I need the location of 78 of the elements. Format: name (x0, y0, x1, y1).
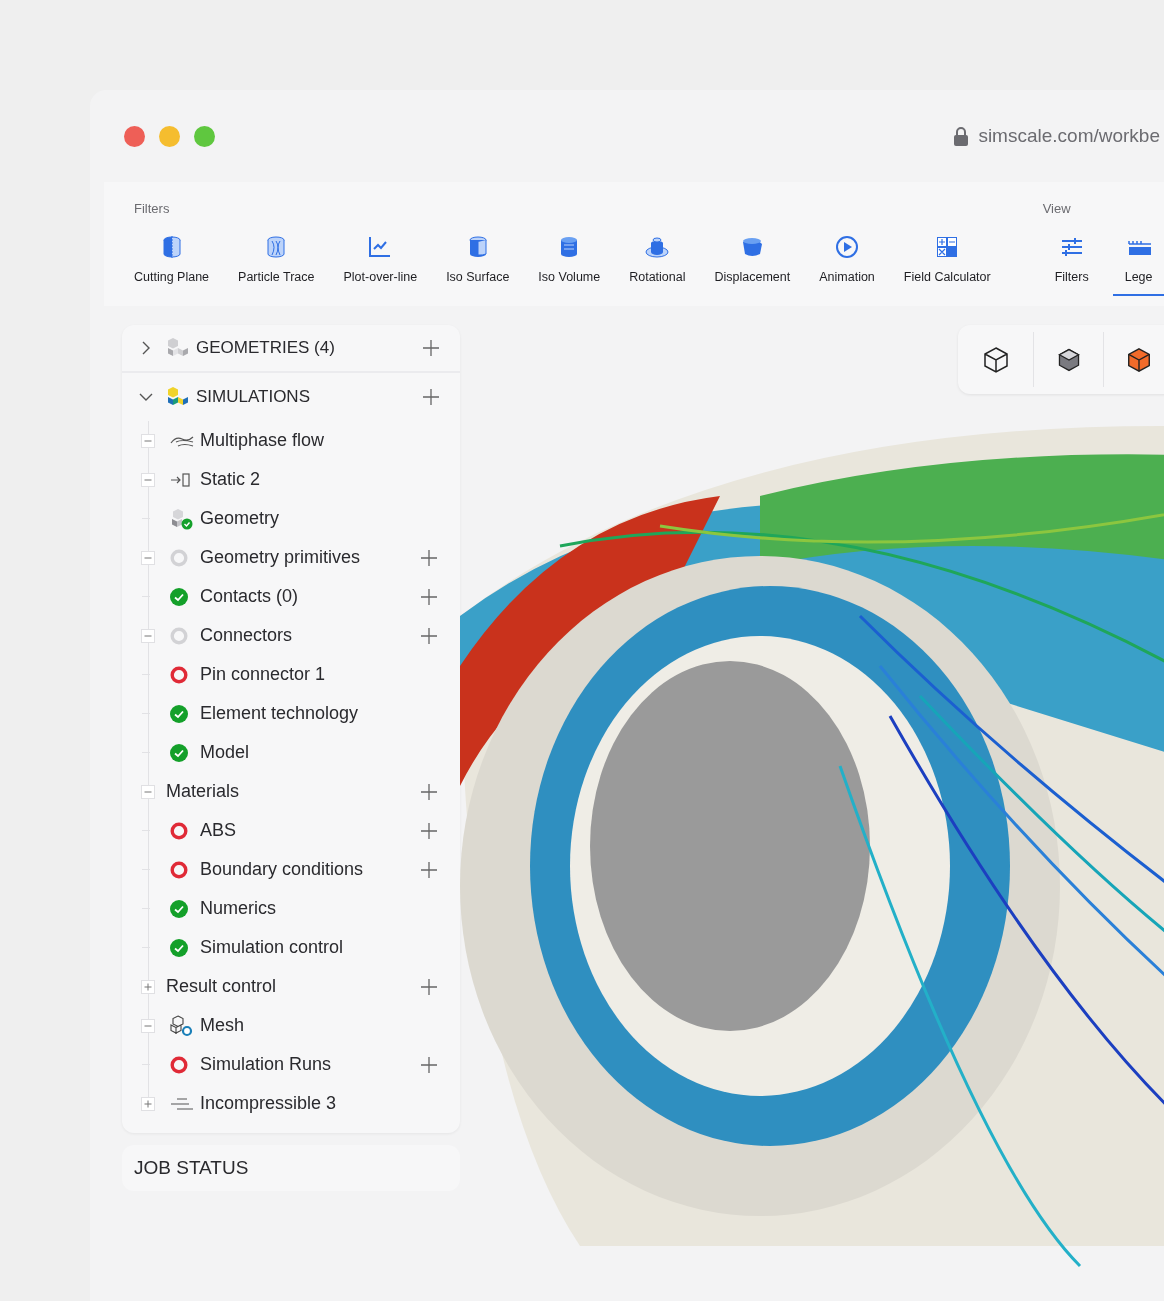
tree-item[interactable]: ABS (200, 817, 237, 844)
tree-item[interactable]: Simulation control (200, 934, 344, 961)
lock-icon (954, 126, 969, 146)
tree-item[interactable]: Model (200, 739, 250, 766)
status-ring-icon (170, 860, 188, 879)
arrow-into-bracket-icon (170, 470, 192, 489)
filter-tool-button[interactable]: Cutting Plane (134, 234, 210, 287)
status-ring-icon (170, 1055, 188, 1074)
collapse-icon[interactable] (141, 784, 155, 799)
tree-item[interactable]: Mesh (200, 1012, 244, 1039)
tree-item[interactable]: Connectors (200, 622, 293, 649)
section-header[interactable]: SIMULATIONS (196, 384, 310, 410)
filter-tool-button[interactable]: Displacement (714, 234, 791, 287)
tree-item[interactable]: Element technology (200, 700, 359, 727)
check-circle-icon (170, 587, 188, 606)
filter-tool-button[interactable]: Field Calculator (903, 234, 991, 287)
cubes-icon (166, 337, 188, 359)
filter-tool-button[interactable]: Particle Trace (238, 234, 315, 287)
tree-item[interactable]: Simulation Runs (200, 1051, 332, 1078)
add-icon[interactable] (420, 548, 438, 567)
check-circle-icon (170, 938, 188, 957)
check-circle-icon (170, 743, 188, 762)
status-ring-icon (170, 665, 188, 684)
tree-item[interactable]: Pin connector 1 (200, 661, 326, 688)
filter-tool-button[interactable]: Rotational (629, 234, 686, 287)
tree-item[interactable]: Contacts (0) (200, 583, 299, 610)
add-icon[interactable] (422, 388, 440, 406)
line-chart-icon (368, 234, 393, 259)
tree-item[interactable]: Boundary conditions (200, 856, 364, 883)
address-bar[interactable]: simscale.com/workbe (978, 121, 1160, 151)
add-icon[interactable] (420, 977, 438, 996)
expand-icon[interactable] (141, 1096, 155, 1111)
add-icon[interactable] (420, 782, 438, 801)
collapse-icon[interactable] (141, 1018, 155, 1033)
calculator-icon (935, 234, 960, 259)
tree-item[interactable]: Result control (166, 973, 277, 1000)
lines-icon (170, 1096, 194, 1111)
tree-item[interactable]: Materials (166, 778, 240, 805)
add-icon[interactable] (420, 626, 438, 645)
add-icon[interactable] (420, 1055, 438, 1074)
collapse-icon[interactable] (141, 433, 155, 448)
view-tab[interactable]: Filters (1042, 234, 1101, 297)
toolbar-group-title: Filters (134, 200, 171, 218)
status-ring-icon (170, 548, 188, 567)
tree-item[interactable]: Geometry primitives (200, 544, 361, 571)
add-icon[interactable] (420, 821, 438, 840)
tree-item[interactable]: Multiphase flow (200, 427, 325, 454)
status-ring-icon (170, 821, 188, 840)
filter-tool-button[interactable]: Animation (819, 234, 875, 287)
section-header[interactable]: GEOMETRIES (4) (196, 335, 335, 361)
status-ring-icon (170, 626, 188, 645)
collapse-icon[interactable] (141, 550, 155, 565)
filter-tool-button[interactable]: Iso Volume (538, 234, 601, 287)
cubes-check-icon (170, 507, 194, 530)
expand-icon[interactable] (141, 979, 155, 994)
view-tab[interactable]: Lege (1112, 234, 1164, 297)
mesh-cubes-icon (170, 1014, 194, 1037)
tree-item[interactable]: Geometry (200, 505, 280, 532)
job-status-panel[interactable]: JOB STATUS (122, 1145, 460, 1191)
rotation-icon (645, 234, 670, 259)
cubes-icon (166, 386, 188, 408)
maximize-icon[interactable] (194, 125, 215, 147)
toolbar-group-title: View (1042, 200, 1072, 218)
add-icon[interactable] (420, 587, 438, 606)
add-icon[interactable] (422, 339, 440, 357)
tree-item[interactable]: Numerics (200, 895, 276, 922)
mesh-cube-icon[interactable] (1125, 345, 1153, 374)
filter-tool-button[interactable]: Iso Surface (446, 234, 510, 287)
check-circle-icon (170, 899, 188, 918)
add-icon[interactable] (420, 860, 438, 879)
collapse-icon[interactable] (141, 472, 155, 487)
play-icon (835, 234, 860, 259)
tree-item[interactable]: Static 2 (200, 466, 261, 493)
filter-tool-button[interactable]: Plot-over-line (343, 234, 418, 287)
check-circle-icon (170, 704, 188, 723)
tree-item[interactable]: Incompressible 3 (200, 1090, 337, 1117)
collapse-icon[interactable] (141, 628, 155, 643)
close-icon[interactable] (124, 125, 145, 147)
